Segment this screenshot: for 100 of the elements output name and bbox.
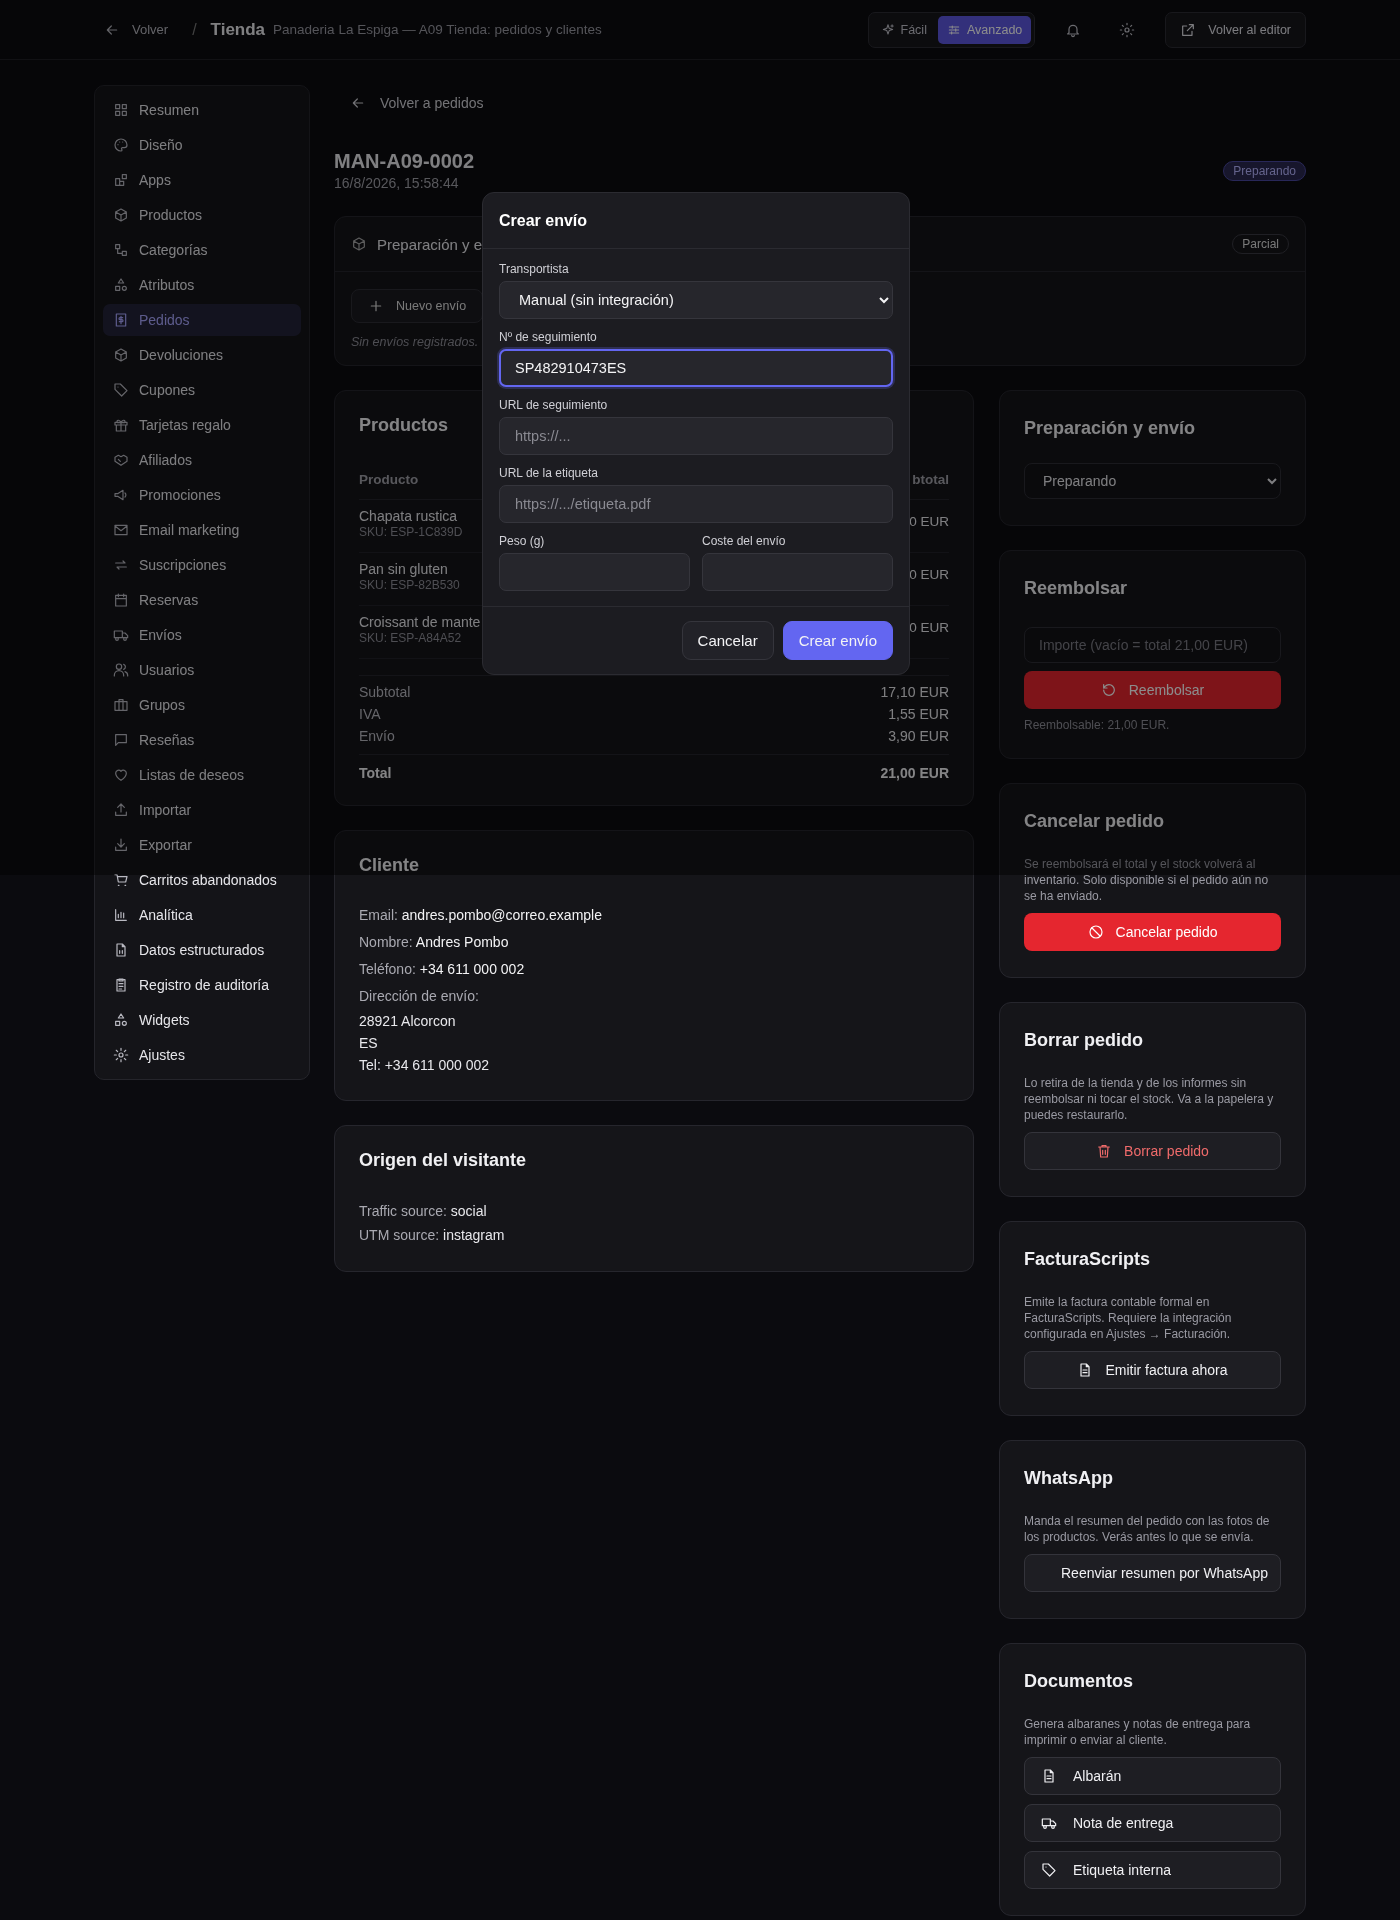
column-header: btotal: [912, 472, 949, 487]
sidebar-item[interactable]: Carritos abandonados: [103, 864, 301, 896]
sidebar-item[interactable]: Reseñas: [103, 724, 301, 756]
back-to-orders-link[interactable]: Volver a pedidos: [334, 85, 1306, 111]
box-icon: [351, 236, 367, 252]
calendar-icon: [113, 592, 129, 608]
address-label: Dirección de envío:: [359, 987, 480, 1006]
trash-icon: [1096, 1143, 1113, 1159]
arrow-left-icon: [350, 95, 366, 111]
sidebar-item[interactable]: Suscripciones: [103, 549, 301, 581]
refresh-icon: [1100, 682, 1117, 698]
sidebar-item[interactable]: Tarjetas regalo: [103, 409, 301, 441]
product-name: Pan sin gluten: [359, 561, 449, 577]
card-title: Cancelar pedido: [1024, 811, 1165, 832]
sidebar-item[interactable]: Importar: [103, 794, 301, 826]
address-line: Tel: +34 611 000 002: [359, 1056, 491, 1075]
tag-icon: [113, 382, 129, 398]
input-field[interactable]: [499, 553, 690, 591]
order-number: MAN-A09-0002: [334, 150, 475, 173]
box-icon: [113, 207, 129, 223]
card-description: Manda el resumen del pedido con las fotos de los productos. Verás antes lo que se envía.: [1024, 1513, 1271, 1545]
card-title: Cliente: [359, 855, 419, 876]
action-button[interactable]: Emitir factura ahora: [1024, 1351, 1281, 1389]
back-to-editor-button[interactable]: Volver al editor: [1165, 11, 1306, 48]
refund-amount-field[interactable]: Importe (vacío = total 21,00 EUR): [1024, 627, 1281, 663]
sidebar-item[interactable]: Cupones: [103, 374, 301, 406]
input-field[interactable]: https://...: [499, 417, 893, 455]
sidebar-item[interactable]: Devoluciones: [103, 339, 301, 371]
card-title: Origen del visitante: [359, 1150, 527, 1171]
input-field[interactable]: [702, 553, 893, 591]
sidebar-item[interactable]: Widgets: [103, 1004, 301, 1036]
sidebar-item[interactable]: Datos estructurados: [103, 934, 301, 966]
refund-button[interactable]: Reembolsar: [1024, 671, 1281, 709]
sidebar-item[interactable]: Atributos: [103, 269, 301, 301]
heart-icon: [113, 767, 129, 783]
total-label: IVA: [359, 706, 381, 722]
visitor-detail: UTM source: instagram: [359, 1226, 506, 1245]
speech-bubble-icon: [113, 732, 129, 748]
card-title: WhatsApp: [1024, 1468, 1113, 1489]
action-button[interactable]: Borrar pedido: [1024, 1132, 1281, 1170]
card-description: Lo retira de la tienda y de los informes sin reembolsar ni tocar el stock. Va a la papelera y puedes restaurarlo.: [1024, 1075, 1275, 1123]
mode-tab[interactable]: Avanzado: [937, 15, 1032, 44]
shapes-icon: [113, 1012, 129, 1028]
truck-icon: [113, 627, 129, 643]
total-value: 21,00 EUR: [880, 765, 949, 781]
sidebar-item[interactable]: Usuarios: [103, 654, 301, 686]
action-button[interactable]: Albarán: [1024, 1757, 1281, 1795]
customer-detail: Teléfono: +34 611 000 002: [359, 960, 526, 979]
document-icon: [1041, 1768, 1057, 1784]
sidebar-item[interactable]: Afiliados: [103, 444, 301, 476]
sidebar-item[interactable]: Grupos: [103, 689, 301, 721]
breadcrumb-separator: /: [192, 20, 197, 39]
total-label: Subtotal: [359, 684, 411, 700]
cancel-button[interactable]: Cancelar: [681, 621, 774, 660]
card-title: Preparación y envío: [1024, 418, 1196, 439]
status-select[interactable]: Preparando: [1024, 463, 1281, 499]
new-shipment-button[interactable]: Nuevo envío: [351, 289, 484, 323]
sidebar-item[interactable]: Reservas: [103, 584, 301, 616]
sidebar-item[interactable]: Apps: [103, 164, 301, 196]
sidebar-item[interactable]: Productos: [103, 199, 301, 231]
sidebar-item[interactable]: Diseño: [103, 129, 301, 161]
palette-icon: [113, 137, 129, 153]
clipboard-icon: [113, 977, 129, 993]
sidebar-item[interactable]: Listas de deseos: [103, 759, 301, 791]
order-date: 16/8/2026, 15:58:44: [334, 175, 460, 191]
action-button[interactable]: Etiqueta interna: [1024, 1851, 1281, 1889]
sidebar-item[interactable]: Resumen: [103, 94, 301, 126]
sidebar-item[interactable]: Envíos: [103, 619, 301, 651]
sidebar-item[interactable]: Ajustes: [103, 1039, 301, 1071]
sidebar-item[interactable]: Promociones: [103, 479, 301, 511]
card-title: Productos: [359, 415, 448, 436]
mail-icon: [113, 522, 129, 538]
action-button[interactable]: Cancelar pedido: [1024, 913, 1281, 951]
visitor-detail: Traffic source: social: [359, 1202, 488, 1221]
sidebar-item[interactable]: Registro de auditoría: [103, 969, 301, 1001]
input-field[interactable]: https://.../etiqueta.pdf: [499, 485, 893, 523]
tree-icon: [113, 242, 129, 258]
carrier-select[interactable]: Manual (sin integración): [499, 281, 893, 319]
sidebar-item[interactable]: Categorías: [103, 234, 301, 266]
card-title: FacturaScripts: [1024, 1249, 1151, 1270]
total-value: 17,10 EUR: [880, 684, 949, 700]
mode-tab[interactable]: Fácil: [871, 15, 936, 44]
sidebar-item[interactable]: Pedidos: [103, 304, 301, 336]
megaphone-icon: [113, 487, 129, 503]
external-link-icon: [1180, 21, 1197, 38]
sidebar-item[interactable]: Email marketing: [103, 514, 301, 546]
line-subtotal: 0 EUR: [909, 514, 949, 529]
store-subtitle: Panaderia La Espiga — A09 Tienda: pedidos y clientes: [273, 22, 602, 37]
sidebar-item[interactable]: Analítica: [103, 899, 301, 931]
back-link[interactable]: Volver: [104, 21, 169, 38]
sidebar-item[interactable]: Exportar: [103, 829, 301, 861]
create-shipment-button[interactable]: Crear envío: [782, 621, 893, 660]
action-button[interactable]: Reenviar resumen por WhatsApp: [1024, 1554, 1281, 1592]
total-label: Envío: [359, 728, 395, 744]
action-button[interactable]: Nota de entrega: [1024, 1804, 1281, 1842]
upload-icon: [113, 802, 129, 818]
input-field[interactable]: SP482910473ES: [499, 349, 893, 387]
line-subtotal: 0 EUR: [909, 620, 949, 635]
ban-icon: [1087, 924, 1104, 940]
receipt-icon: [113, 312, 129, 328]
